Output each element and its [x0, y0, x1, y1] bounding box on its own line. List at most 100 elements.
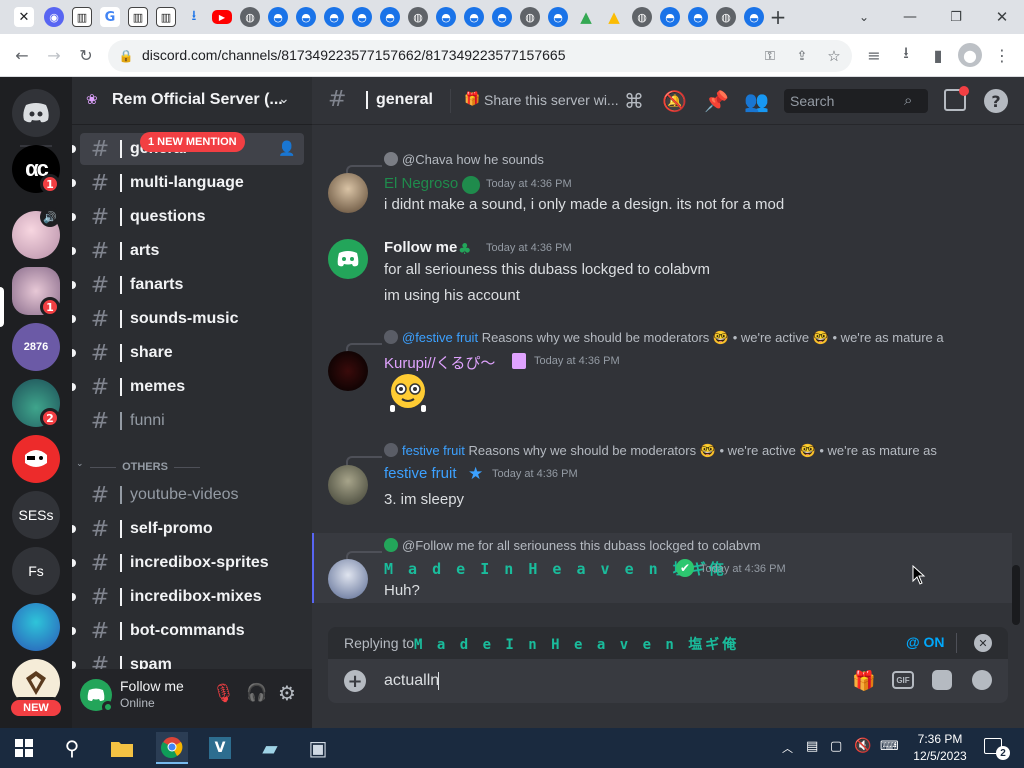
server-icon-character[interactable] — [12, 603, 60, 651]
discord-tab-icon[interactable]: ◓ — [688, 7, 708, 27]
tray-chevron-icon[interactable]: ︿ — [782, 740, 793, 756]
channel-item[interactable]: # share — [72, 337, 304, 369]
book-tab-icon[interactable]: ▥ — [128, 7, 148, 27]
globe-tab-icon[interactable]: ◍ — [716, 7, 736, 27]
channel-item[interactable]: # fanarts — [72, 269, 304, 301]
reload-icon[interactable]: ↻ — [74, 43, 98, 67]
drive-tab-icon[interactable]: ▲ — [604, 7, 624, 27]
media-controls-icon[interactable]: ≡ — [862, 43, 886, 67]
google-tab-icon[interactable]: G — [100, 7, 120, 27]
globe-tab-icon[interactable]: ◍ — [408, 7, 428, 27]
discord-tab-icon[interactable]: ◉ — [44, 7, 64, 27]
cancel-reply-icon[interactable]: ✕ — [974, 634, 992, 652]
downloads-icon[interactable]: ⭳ — [894, 43, 918, 67]
inbox-icon[interactable] — [944, 86, 969, 111]
discord-tab-icon[interactable]: ◓ — [324, 7, 344, 27]
channel-item[interactable]: # multi-language — [72, 167, 304, 199]
search-box[interactable]: Search ⌕ — [784, 89, 928, 113]
channel-topic[interactable]: Share this server wi... — [484, 92, 619, 108]
members-icon[interactable]: 👥 — [744, 89, 769, 113]
message-author[interactable]: El Negroso — [384, 175, 458, 192]
volume-muted-icon[interactable]: 🔇 — [854, 738, 871, 754]
bookmark-star-icon[interactable]: ☆ — [822, 44, 846, 68]
direct-messages-icon[interactable] — [12, 89, 60, 137]
attach-plus-icon[interactable]: + — [344, 670, 366, 692]
tray-network-icon[interactable]: ▤ — [806, 739, 818, 754]
channel-item[interactable]: # incredibox-sprites — [72, 547, 304, 579]
tab-search-icon[interactable]: ⌄ — [854, 7, 874, 27]
reply-preview[interactable]: @Chava how he sounds — [384, 152, 984, 167]
search-icon[interactable]: ⚲ — [56, 732, 88, 764]
discord-tab-icon[interactable]: ◓ — [296, 7, 316, 27]
reply-preview[interactable]: @Follow me for all seriouness this dubas… — [384, 538, 984, 553]
server-header[interactable]: ❀ Rem Official Server (... ⌄ — [72, 77, 312, 125]
discord-tab-icon[interactable]: ◓ — [660, 7, 680, 27]
channel-item[interactable]: # arts — [72, 235, 304, 267]
channel-item[interactable]: # questions — [72, 201, 304, 233]
user-avatar[interactable] — [328, 239, 368, 279]
server-icon-pirate[interactable] — [12, 435, 60, 483]
server-icon-fs[interactable]: Fs — [12, 547, 60, 595]
globe-tab-icon[interactable]: ◍ — [632, 7, 652, 27]
gif-icon[interactable]: GIF — [892, 671, 914, 689]
threads-icon[interactable]: ⌘ — [624, 89, 644, 113]
scrollbar-thumb[interactable] — [1012, 565, 1020, 625]
pin-icon[interactable]: 📌 — [704, 89, 729, 113]
mention-toggle[interactable]: @ ON — [906, 634, 945, 650]
chrome-menu-icon[interactable]: ⋮ — [990, 43, 1014, 67]
discord-tab-icon[interactable]: ◓ — [436, 7, 456, 27]
user-avatar[interactable] — [328, 351, 368, 391]
control-panel-icon[interactable]: ▣ — [302, 732, 334, 764]
book-tab-icon[interactable]: ▥ — [156, 7, 176, 27]
restore-icon[interactable]: ❐ — [946, 7, 966, 27]
channel-item[interactable]: # bot-commands — [72, 615, 304, 647]
settings-gear-icon[interactable]: ⚙ — [278, 681, 296, 705]
server-icon-sess[interactable]: SESs — [12, 491, 60, 539]
discord-tab-icon[interactable]: ◓ — [352, 7, 372, 27]
side-panel-icon[interactable]: ▮ — [926, 43, 950, 67]
lock-icon[interactable]: 🔒 — [114, 44, 138, 68]
share-icon[interactable]: ⇪ — [790, 44, 814, 68]
profile-avatar[interactable]: ● — [958, 43, 982, 67]
back-icon[interactable]: ← — [10, 43, 34, 67]
clock-date[interactable]: 12/5/2023 — [912, 749, 968, 763]
channel-item[interactable]: # sounds-music — [72, 303, 304, 335]
key-icon[interactable]: ⚿ — [758, 44, 782, 68]
discord-tab-icon[interactable]: ◓ — [548, 7, 568, 27]
notification-muted-icon[interactable]: 🔕 — [662, 89, 687, 113]
chevron-down-icon[interactable]: ⌄ — [278, 91, 290, 107]
address-bar[interactable]: 🔒 discord.com/channels/81734922357715766… — [108, 40, 852, 72]
message-author[interactable]: Follow me — [384, 239, 457, 256]
window-close-icon[interactable]: ✕ — [992, 7, 1012, 27]
url-text[interactable]: discord.com/channels/817349223577157662/… — [142, 47, 565, 63]
discord-tab-icon[interactable]: ◓ — [380, 7, 400, 27]
discord-tab-icon[interactable]: ◓ — [464, 7, 484, 27]
user-avatar[interactable] — [328, 465, 368, 505]
message-author[interactable]: festive fruit — [384, 465, 457, 482]
youtube-tab-icon[interactable]: ▶ — [212, 10, 232, 24]
vm-app-icon[interactable]: V — [204, 732, 236, 764]
new-tab-button[interactable]: + — [768, 5, 788, 29]
channel-item[interactable]: # memes — [72, 371, 304, 403]
book-tab-icon[interactable]: ▥ — [72, 7, 92, 27]
discord-tab-icon[interactable]: ◓ — [268, 7, 288, 27]
drive-tab-icon[interactable]: ▲ — [576, 7, 596, 27]
globe-tab-icon[interactable]: ◍ — [520, 7, 540, 27]
keyboard-icon[interactable]: ⌨ — [880, 739, 899, 754]
reply-preview[interactable]: @festive fruit Reasons why we should be … — [384, 330, 960, 346]
reply-preview[interactable]: festive fruit Reasons why we should be m… — [384, 443, 984, 459]
discord-tab-icon[interactable]: ◓ — [492, 7, 512, 27]
server-icon-2876[interactable]: 2876 — [12, 323, 60, 371]
emoji-picker-icon[interactable] — [972, 670, 992, 690]
muted-mic-icon[interactable]: 🎙 — [212, 683, 235, 704]
gift-icon[interactable]: 🎁 — [852, 669, 876, 692]
globe-tab-icon[interactable]: ◍ — [240, 7, 260, 27]
file-explorer-icon[interactable] — [106, 732, 138, 764]
user-avatar[interactable] — [328, 173, 368, 213]
clock-time[interactable]: 7:36 PM — [912, 732, 968, 746]
channel-item[interactable]: # self-promo — [72, 513, 304, 545]
notes-app-icon[interactable]: ▰ — [254, 732, 286, 764]
headphones-icon[interactable]: 🎧 — [246, 683, 267, 703]
help-icon[interactable]: ? — [984, 89, 1008, 113]
tray-display-icon[interactable]: ▢ — [830, 739, 842, 754]
